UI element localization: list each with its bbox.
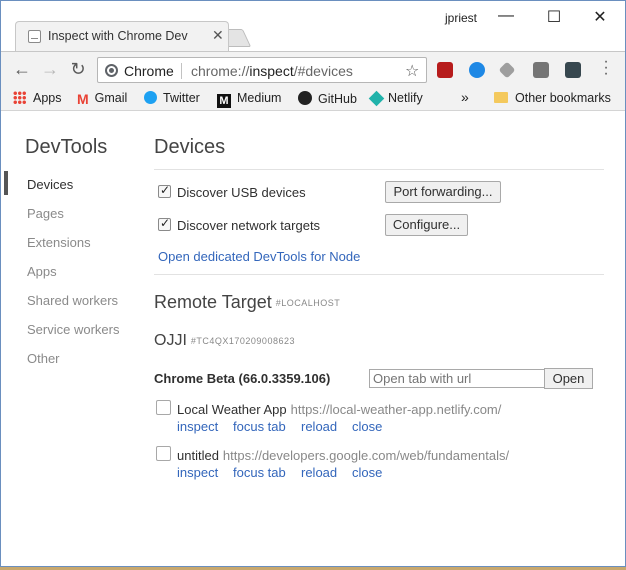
remote-target-heading: Remote Target #LOCALHOST	[154, 292, 341, 312]
back-button[interactable]: ←	[11, 59, 33, 80]
address-divider	[181, 63, 182, 79]
page-icon	[28, 30, 41, 43]
page-entry: Local Weather App https://local-weather-a…	[177, 402, 501, 417]
drive-extension-icon[interactable]	[498, 61, 516, 79]
apps-icon	[13, 91, 26, 104]
ublock-extension-icon[interactable]	[437, 62, 453, 78]
bookmark-star-icon[interactable]: ☆	[405, 61, 419, 81]
discover-usb-checkbox[interactable]	[158, 183, 171, 198]
site-label: Chrome	[124, 63, 174, 79]
close-link[interactable]: close	[352, 465, 382, 480]
twitter-icon	[144, 91, 157, 104]
sidebar-item-apps[interactable]: Apps	[27, 264, 57, 279]
folder-icon	[494, 92, 508, 103]
sidebar-item-extensions[interactable]: Extensions	[27, 235, 91, 250]
page-entry: untitled https://developers.google.com/we…	[177, 448, 509, 463]
toolbar: ← → ↻ Chrome chrome://inspect/#devices ☆…	[1, 51, 625, 87]
v-extension-icon[interactable]	[469, 62, 485, 78]
github-icon	[298, 91, 312, 105]
bookmark-other[interactable]: Other bookmarks	[494, 91, 611, 105]
url-text[interactable]: chrome://inspect/#devices	[191, 63, 353, 79]
chrome-icon	[105, 64, 118, 77]
focus-tab-link[interactable]: focus tab	[233, 419, 286, 434]
active-marker	[4, 171, 8, 195]
tab-title: Inspect with Chrome Dev	[48, 29, 188, 43]
sidebar-item-service-workers[interactable]: Service workers	[27, 322, 119, 337]
sidebar-item-shared-workers[interactable]: Shared workers	[27, 293, 118, 308]
divider	[154, 274, 604, 275]
bookmark-github[interactable]: GitHub	[298, 91, 357, 106]
close-window-button[interactable]: ✕	[585, 7, 615, 27]
port-forwarding-button[interactable]: Port forwarding...	[385, 181, 501, 203]
node-devtools-link[interactable]: Open dedicated DevTools for Node	[158, 249, 360, 264]
maximize-button[interactable]: ☐	[539, 7, 569, 27]
discover-usb-label: Discover USB devices	[177, 185, 306, 200]
title-bar: Inspect with Chrome Dev ✕ jpriest — ☐ ✕	[1, 1, 625, 51]
menu-dots-icon[interactable]: · · ·	[601, 54, 611, 82]
sidebar-item-devices[interactable]: Devices	[27, 177, 73, 192]
gmail-icon: M	[77, 91, 89, 107]
device-name: OJJI #TC4QX170209008623	[154, 332, 295, 349]
devtools-page: DevTools Devices Pages Extensions Apps S…	[1, 112, 625, 566]
sidebar-item-pages[interactable]: Pages	[27, 206, 64, 221]
tab-inspect[interactable]: Inspect with Chrome Dev ✕	[15, 21, 229, 51]
sidebar-title: DevTools	[25, 136, 108, 158]
page-checkbox[interactable]	[156, 400, 171, 415]
discover-network-checkbox[interactable]	[158, 216, 171, 231]
bookmark-medium[interactable]: M Medium	[217, 91, 281, 108]
address-bar[interactable]: Chrome chrome://inspect/#devices ☆	[97, 57, 427, 83]
minimize-button[interactable]: —	[491, 7, 521, 25]
device-serial: #TC4QX170209008623	[190, 335, 295, 346]
reload-link[interactable]: reload	[301, 465, 337, 480]
page-url: https://local-weather-app.netlify.com/	[290, 402, 502, 417]
open-url-input[interactable]	[369, 369, 545, 388]
sidebar-item-other[interactable]: Other	[27, 351, 60, 366]
reload-button[interactable]: ↻	[67, 59, 89, 80]
netlify-icon	[368, 90, 385, 107]
browser-window: Inspect with Chrome Dev ✕ jpriest — ☐ ✕ …	[0, 0, 626, 567]
open-button[interactable]: Open	[544, 368, 593, 389]
inspect-link[interactable]: inspect	[177, 465, 218, 480]
bookmark-apps[interactable]: Apps	[13, 91, 62, 105]
user-name[interactable]: jpriest	[445, 11, 477, 25]
close-link[interactable]: close	[352, 419, 382, 434]
bookmarks-overflow[interactable]: »	[461, 89, 469, 105]
forward-button[interactable]: →	[39, 59, 61, 80]
reload-link[interactable]: reload	[301, 419, 337, 434]
divider	[154, 169, 604, 170]
page-title: untitled	[177, 448, 219, 463]
tab-close-icon[interactable]: ✕	[212, 27, 224, 44]
inspect-link[interactable]: inspect	[177, 419, 218, 434]
page-title: Devices	[154, 136, 226, 158]
discover-network-label: Discover network targets	[177, 218, 321, 233]
u-extension-icon[interactable]	[565, 62, 581, 78]
medium-icon: M	[217, 94, 231, 108]
remote-target-subheading: #LOCALHOST	[275, 298, 341, 309]
bookmark-gmail[interactable]: M Gmail	[77, 91, 127, 107]
bookmark-twitter[interactable]: Twitter	[144, 91, 200, 105]
focus-tab-link[interactable]: focus tab	[233, 465, 286, 480]
bookmark-extension-icon[interactable]	[533, 62, 549, 78]
browser-version: Chrome Beta (66.0.3359.106)	[154, 371, 331, 386]
page-url: https://developers.google.com/web/fundam…	[222, 448, 510, 463]
bookmark-netlify[interactable]: Netlify	[368, 90, 423, 107]
page-title: Local Weather App	[177, 402, 287, 417]
configure-button[interactable]: Configure...	[385, 214, 468, 236]
bookmarks-bar: Apps M Gmail Twitter M Medium GitHub Netli…	[1, 87, 625, 111]
page-checkbox[interactable]	[156, 446, 171, 461]
